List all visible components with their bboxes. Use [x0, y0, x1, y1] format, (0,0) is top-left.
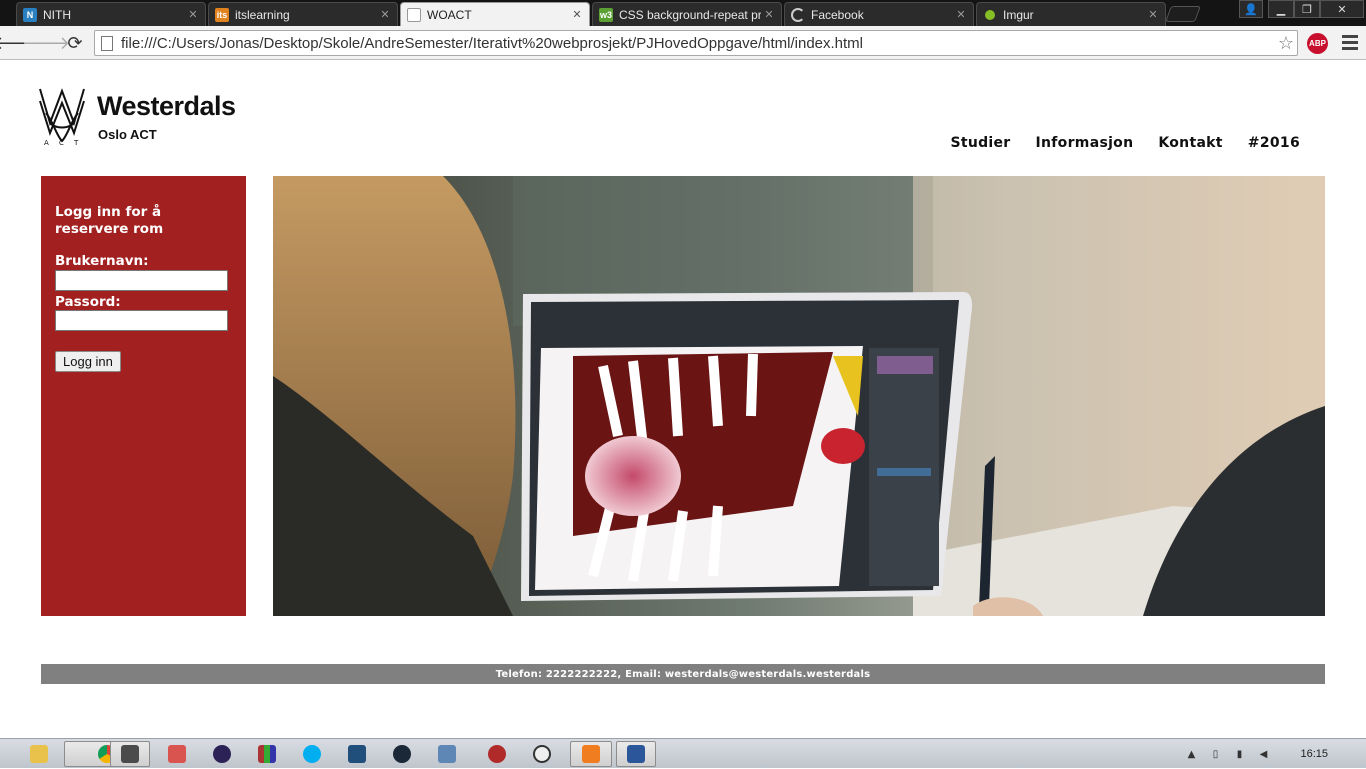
itslearning-icon: its: [215, 7, 229, 22]
main-nav: Studier Informasjon Kontakt #2016: [950, 135, 1300, 151]
tab-title: NITH: [43, 7, 71, 22]
tab-itslearning[interactable]: its itslearning ✕: [208, 2, 398, 26]
close-icon[interactable]: ✕: [761, 8, 777, 21]
page-icon: [407, 7, 421, 22]
word-icon[interactable]: [616, 741, 656, 767]
close-icon[interactable]: ✕: [1145, 8, 1161, 21]
hero-image: [273, 176, 1325, 616]
nav-studier[interactable]: Studier: [950, 135, 1010, 151]
login-heading: Logg inn for å reservere rom: [55, 204, 164, 237]
battery-icon[interactable]: ▯: [1208, 747, 1222, 761]
page-icon: [101, 35, 113, 51]
loading-icon: [791, 7, 805, 22]
popcorn-icon[interactable]: [158, 741, 196, 767]
tab-title: itslearning: [235, 7, 290, 22]
password-input[interactable]: [55, 310, 228, 331]
clock[interactable]: 16:15: [1300, 748, 1328, 760]
new-tab-button[interactable]: [1165, 6, 1201, 22]
close-icon[interactable]: ✕: [185, 8, 201, 21]
restore-button[interactable]: ❐: [1294, 0, 1320, 18]
password-label: Passord:: [55, 293, 121, 310]
imgur-icon: [985, 9, 995, 20]
tab-woact[interactable]: WOACT ✕: [400, 2, 590, 26]
tab-css-background-repeat[interactable]: w3 CSS background-repeat pr ✕: [592, 2, 782, 26]
tab-title: WOACT: [427, 7, 472, 22]
svg-text:T: T: [73, 139, 79, 147]
steam-icon[interactable]: [383, 741, 421, 767]
git-icon[interactable]: [478, 741, 516, 767]
logo-name[interactable]: Westerdals: [97, 91, 236, 122]
logo-subtitle: Oslo ACT: [98, 127, 157, 142]
app-icon[interactable]: [110, 741, 150, 767]
tab-imgur[interactable]: Imgur ✕: [976, 2, 1166, 26]
tab-title: CSS background-repeat pr: [619, 7, 761, 22]
winrar-icon[interactable]: [248, 741, 286, 767]
forward-button[interactable]: 🡒: [22, 32, 70, 54]
nith-icon: N: [23, 7, 37, 22]
browser-toolbar: 🡐 🡒 ⟳ file:///C:/Users/Jonas/Desktop/Sko…: [0, 26, 1366, 60]
website: A C T Westerdals Oslo ACT Studier Inform…: [0, 61, 1366, 737]
close-icon[interactable]: ✕: [953, 8, 969, 21]
xampp-icon[interactable]: [570, 741, 612, 767]
url-text[interactable]: file:///C:/Users/Jonas/Desktop/Skole/And…: [121, 35, 1275, 52]
reload-button[interactable]: ⟳: [64, 32, 86, 54]
skype-icon[interactable]: [293, 741, 331, 767]
student-laptop-photo: [273, 176, 1325, 616]
close-window-button[interactable]: ✕: [1320, 0, 1364, 18]
address-bar[interactable]: file:///C:/Users/Jonas/Desktop/Skole/And…: [94, 30, 1298, 56]
minimize-button[interactable]: ▁: [1268, 0, 1294, 18]
nav-kontakt[interactable]: Kontakt: [1158, 135, 1222, 151]
svg-text:C: C: [59, 139, 64, 147]
notepad-icon[interactable]: [428, 741, 466, 767]
tab-facebook[interactable]: Facebook ✕: [784, 2, 974, 26]
nav-informasjon[interactable]: Informasjon: [1036, 135, 1134, 151]
chrome-menu-icon[interactable]: [1342, 35, 1358, 53]
windows-taskbar: ▲ ▯ ▮ ◀ 16:15: [0, 738, 1366, 768]
user-icon[interactable]: 👤: [1239, 0, 1263, 18]
eclipse-icon[interactable]: [203, 741, 241, 767]
unity-icon[interactable]: [523, 741, 561, 767]
login-panel: Logg inn for å reservere rom Brukernavn:…: [41, 176, 246, 616]
close-icon[interactable]: ✕: [569, 8, 585, 21]
tab-title: Imgur: [1003, 7, 1034, 22]
show-hidden-icons-icon[interactable]: ▲: [1184, 747, 1198, 761]
close-icon[interactable]: ✕: [377, 8, 393, 21]
username-input[interactable]: [55, 269, 228, 291]
login-button[interactable]: Logg inn: [55, 351, 121, 372]
explorer-icon[interactable]: [20, 741, 58, 767]
volume-icon[interactable]: ◀: [1256, 747, 1270, 761]
adblock-plus-icon[interactable]: ABP: [1307, 33, 1328, 54]
tab-nith[interactable]: N NITH ✕: [16, 2, 206, 26]
westerdals-logo-icon[interactable]: A C T: [36, 83, 88, 147]
sketchup-icon[interactable]: [338, 741, 376, 767]
w3schools-icon: w3: [599, 7, 613, 22]
bookmark-star-icon[interactable]: ☆: [1275, 33, 1297, 54]
footer-contact: Telefon: 2222222222, Email: westerdals@w…: [41, 664, 1325, 684]
browser-tab-strip: N NITH ✕ its itslearning ✕ WOACT ✕ w3 CS…: [0, 0, 1366, 26]
network-signal-icon[interactable]: ▮: [1232, 747, 1246, 761]
tab-title: Facebook: [811, 7, 864, 22]
nav-2016[interactable]: #2016: [1248, 135, 1300, 151]
system-tray: ▲ ▯ ▮ ◀ 16:15: [1174, 739, 1366, 769]
username-label: Brukernavn:: [55, 253, 149, 269]
svg-text:A: A: [44, 139, 49, 147]
